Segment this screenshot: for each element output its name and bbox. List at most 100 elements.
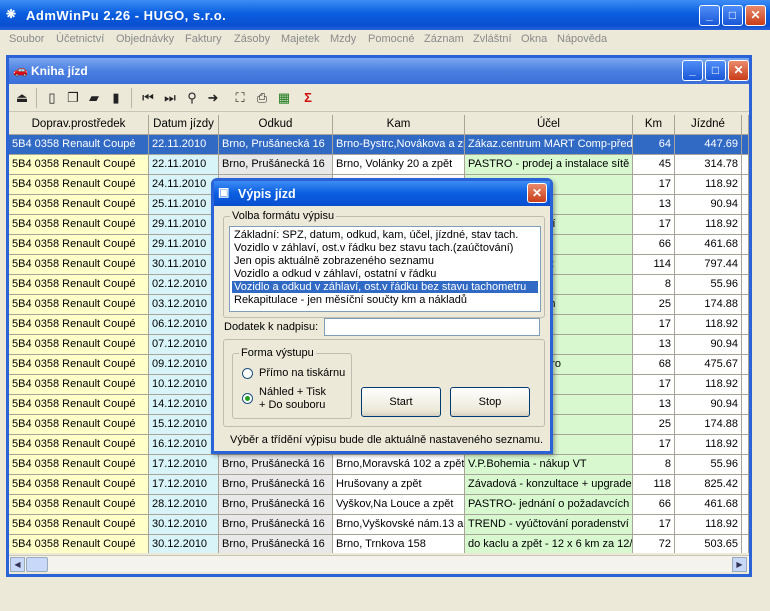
from-cell[interactable]: Brno, Prušánecká 16 bbox=[219, 475, 333, 495]
start-button[interactable]: Start bbox=[361, 387, 441, 417]
table-row[interactable]: 5B4 0358 Renault Coupé 22.11.2010 Brno, Pr… bbox=[9, 135, 749, 155]
to-cell[interactable]: Brno,Moravská 102 a zpět bbox=[333, 455, 465, 475]
km-cell[interactable]: 68 bbox=[633, 355, 675, 375]
scroll-thumb[interactable] bbox=[26, 557, 48, 572]
menu-objednavky[interactable]: Objednávky bbox=[116, 33, 174, 45]
maximize-button[interactable]: □ bbox=[722, 5, 743, 26]
date-cell[interactable]: 03.12.2010 bbox=[149, 295, 219, 315]
purpose-cell[interactable]: TREND - vyúčtování poradenství bbox=[465, 515, 633, 535]
fare-cell[interactable]: 314.78 bbox=[675, 155, 742, 175]
km-cell[interactable]: 8 bbox=[633, 455, 675, 475]
column-header[interactable]: Odkud bbox=[219, 115, 333, 135]
table-row[interactable]: 5B4 0358 Renault Coupé 30.12.2010 Brno, Pr… bbox=[9, 535, 749, 553]
search-icon[interactable]: ⚲ bbox=[183, 89, 201, 107]
km-cell[interactable]: 17 bbox=[633, 435, 675, 455]
km-cell[interactable]: 25 bbox=[633, 415, 675, 435]
column-header[interactable]: Kam bbox=[333, 115, 465, 135]
fare-cell[interactable]: 90.94 bbox=[675, 335, 742, 355]
fare-cell[interactable]: 475.67 bbox=[675, 355, 742, 375]
date-cell[interactable]: 29.11.2010 bbox=[149, 235, 219, 255]
format-option[interactable]: Rekapitulace - jen měsíční součty km a n… bbox=[232, 294, 538, 306]
column-header[interactable]: Datum jízdy bbox=[149, 115, 219, 135]
vehicle-cell[interactable]: 5B4 0358 Renault Coupé bbox=[9, 355, 149, 375]
from-cell[interactable]: Brno, Prušánecká 16 bbox=[219, 455, 333, 475]
date-cell[interactable]: 02.12.2010 bbox=[149, 275, 219, 295]
first-record-icon[interactable]: ⏮ bbox=[139, 89, 157, 107]
menu-mzdy[interactable]: Mzdy bbox=[330, 33, 356, 45]
date-cell[interactable]: 25.11.2010 bbox=[149, 195, 219, 215]
km-cell[interactable]: 13 bbox=[633, 195, 675, 215]
heading-addition-input[interactable] bbox=[324, 318, 540, 336]
menu-zasoby[interactable]: Zásoby bbox=[234, 33, 270, 45]
sum-icon[interactable]: Σ bbox=[299, 89, 317, 107]
purpose-cell[interactable]: V.P.Bohemia - nákup VT bbox=[465, 455, 633, 475]
date-cell[interactable]: 16.12.2010 bbox=[149, 435, 219, 455]
open-folder-icon[interactable]: ▰ bbox=[85, 89, 103, 107]
fare-cell[interactable]: 118.92 bbox=[675, 315, 742, 335]
vehicle-cell[interactable]: 5B4 0358 Renault Coupé bbox=[9, 455, 149, 475]
column-header[interactable]: Km bbox=[633, 115, 675, 135]
km-cell[interactable]: 114 bbox=[633, 255, 675, 275]
to-cell[interactable]: Brno,Vyškovské nám.13 a bbox=[333, 515, 465, 535]
fare-cell[interactable]: 90.94 bbox=[675, 195, 742, 215]
child-minimize-button[interactable]: _ bbox=[682, 60, 703, 81]
vehicle-cell[interactable]: 5B4 0358 Renault Coupé bbox=[9, 275, 149, 295]
fare-cell[interactable]: 797.44 bbox=[675, 255, 742, 275]
km-cell[interactable]: 64 bbox=[633, 135, 675, 155]
next-icon[interactable]: ➜ bbox=[204, 89, 222, 107]
fare-cell[interactable]: 118.92 bbox=[675, 215, 742, 235]
from-cell[interactable]: Brno, Prušánecká 16 bbox=[219, 135, 333, 155]
to-cell[interactable]: Brno, Volánky 20 a zpět bbox=[333, 155, 465, 175]
vehicle-cell[interactable]: 5B4 0358 Renault Coupé bbox=[9, 375, 149, 395]
vehicle-cell[interactable]: 5B4 0358 Renault Coupé bbox=[9, 435, 149, 455]
format-option-selected[interactable]: Vozidlo a odkud v záhlaví, ost.v řádku b… bbox=[232, 281, 538, 293]
fare-cell[interactable]: 90.94 bbox=[675, 395, 742, 415]
fare-cell[interactable]: 174.88 bbox=[675, 415, 742, 435]
date-cell[interactable]: 22.11.2010 bbox=[149, 135, 219, 155]
km-cell[interactable]: 45 bbox=[633, 155, 675, 175]
minimize-button[interactable]: _ bbox=[699, 5, 720, 26]
menu-zaznam[interactable]: Záznam bbox=[424, 33, 464, 45]
copy-icon[interactable]: ❐ bbox=[64, 89, 82, 107]
fare-cell[interactable]: 461.68 bbox=[675, 495, 742, 515]
vehicle-cell[interactable]: 5B4 0358 Renault Coupé bbox=[9, 335, 149, 355]
format-listbox[interactable]: Základní: SPZ, datum, odkud, kam, účel, … bbox=[229, 226, 541, 312]
km-cell[interactable]: 17 bbox=[633, 175, 675, 195]
table-row[interactable]: 5B4 0358 Renault Coupé 30.12.2010 Brno, Pr… bbox=[9, 515, 749, 535]
table-row[interactable]: 5B4 0358 Renault Coupé 17.12.2010 Brno, Pr… bbox=[9, 475, 749, 495]
date-cell[interactable]: 30.12.2010 bbox=[149, 535, 219, 553]
km-cell[interactable]: 66 bbox=[633, 495, 675, 515]
stop-button[interactable]: Stop bbox=[450, 387, 530, 417]
date-cell[interactable]: 24.11.2010 bbox=[149, 175, 219, 195]
to-cell[interactable]: Brno-Bystrc,Novákova a zp bbox=[333, 135, 465, 155]
fare-cell[interactable]: 118.92 bbox=[675, 435, 742, 455]
km-cell[interactable]: 25 bbox=[633, 295, 675, 315]
vehicle-cell[interactable]: 5B4 0358 Renault Coupé bbox=[9, 255, 149, 275]
fare-cell[interactable]: 447.69 bbox=[675, 135, 742, 155]
date-cell[interactable]: 09.12.2010 bbox=[149, 355, 219, 375]
column-header[interactable]: Jízdné bbox=[675, 115, 742, 135]
export-icon[interactable]: ⏏ bbox=[13, 89, 31, 107]
vehicle-cell[interactable]: 5B4 0358 Renault Coupé bbox=[9, 175, 149, 195]
vehicle-cell[interactable]: 5B4 0358 Renault Coupé bbox=[9, 295, 149, 315]
vehicle-cell[interactable]: 5B4 0358 Renault Coupé bbox=[9, 475, 149, 495]
purpose-cell[interactable]: Závadová - konzultace + upgrade bbox=[465, 475, 633, 495]
vehicle-cell[interactable]: 5B4 0358 Renault Coupé bbox=[9, 235, 149, 255]
select-icon[interactable]: ⛶ bbox=[231, 89, 249, 107]
format-option[interactable]: Jen opis aktuálně zobrazeného seznamu bbox=[232, 255, 538, 267]
date-cell[interactable]: 30.11.2010 bbox=[149, 255, 219, 275]
fare-cell[interactable]: 825.42 bbox=[675, 475, 742, 495]
to-cell[interactable]: Brno, Trnkova 158 bbox=[333, 535, 465, 553]
from-cell[interactable]: Brno, Prušánecká 16 bbox=[219, 535, 333, 553]
date-cell[interactable]: 14.12.2010 bbox=[149, 395, 219, 415]
format-option[interactable]: Vozidlo v záhlaví, ost.v řádku bez stavu… bbox=[232, 242, 538, 254]
vehicle-cell[interactable]: 5B4 0358 Renault Coupé bbox=[9, 215, 149, 235]
date-cell[interactable]: 30.12.2010 bbox=[149, 515, 219, 535]
menu-majetek[interactable]: Majetek bbox=[281, 33, 320, 45]
km-cell[interactable]: 17 bbox=[633, 215, 675, 235]
vehicle-cell[interactable]: 5B4 0358 Renault Coupé bbox=[9, 515, 149, 535]
from-cell[interactable]: Brno, Prušánecká 16 bbox=[219, 155, 333, 175]
vehicle-cell[interactable]: 5B4 0358 Renault Coupé bbox=[9, 315, 149, 335]
from-cell[interactable]: Brno, Prušánecká 16 bbox=[219, 515, 333, 535]
km-cell[interactable]: 17 bbox=[633, 315, 675, 335]
